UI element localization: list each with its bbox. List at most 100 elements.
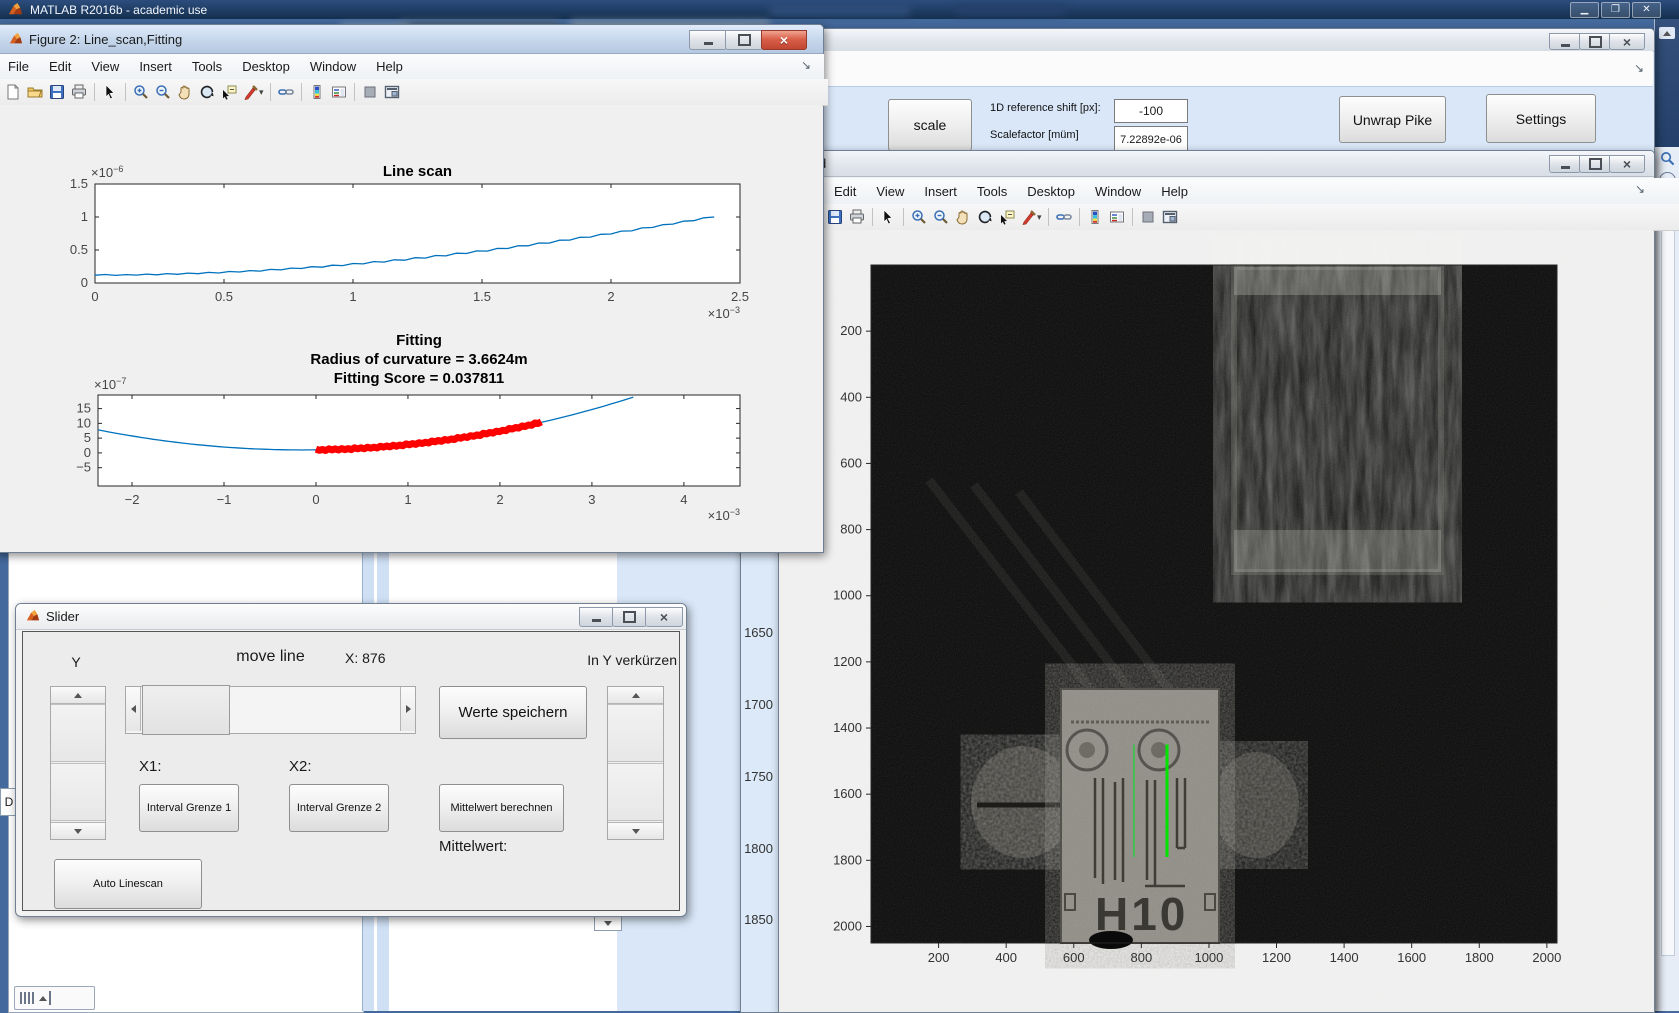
figure2-menu-help[interactable]: Help: [366, 56, 413, 77]
figure2-menu-window[interactable]: Window: [300, 56, 366, 77]
insert-legend-icon[interactable]: [1106, 207, 1128, 228]
svg-text:2000: 2000: [1532, 950, 1561, 965]
figure2-menu-insert[interactable]: Insert: [129, 56, 182, 77]
dock-arrow-icon[interactable]: ↘: [1634, 61, 1644, 75]
pan-hand-icon[interactable]: [952, 207, 974, 228]
d-menu-tools[interactable]: Tools: [967, 181, 1017, 202]
zoom-in-icon[interactable]: [130, 82, 152, 103]
figure2-plots: Line scan0 0.5 1 1.5 2 2.500.511.5×10−6×10−3F…: [70, 163, 749, 523]
svg-text:0: 0: [81, 275, 88, 290]
scalefactor-field[interactable]: 7.22892e-06: [1114, 126, 1188, 153]
open-folder-icon[interactable]: [24, 82, 46, 103]
main-close-button[interactable]: ✕: [1632, 2, 1661, 18]
in-y-slider-down-button[interactable]: [608, 822, 663, 839]
save-icon[interactable]: [46, 82, 68, 103]
insert-legend-icon[interactable]: [328, 82, 350, 103]
main-minimize-button[interactable]: ▁: [1570, 2, 1599, 18]
auto-linescan-button[interactable]: Auto Linescan: [54, 859, 202, 909]
figure2-menu-view[interactable]: View: [81, 56, 129, 77]
zoom-out-icon[interactable]: [930, 207, 952, 228]
d-menu-window[interactable]: Window: [1085, 181, 1151, 202]
link-plots-icon[interactable]: [1053, 207, 1075, 228]
d-window-titlebar: d: [779, 151, 1654, 177]
y-slider-down-button[interactable]: [51, 822, 105, 839]
background-dropdown[interactable]: [594, 916, 622, 931]
settings-button[interactable]: Settings: [1486, 94, 1596, 143]
dock-window-icon[interactable]: [1159, 207, 1181, 228]
dropdown-caret-icon[interactable]: ▾: [259, 87, 264, 98]
print-icon[interactable]: [846, 207, 868, 228]
gui-close-button[interactable]: ×: [1609, 33, 1645, 50]
ref-shift-field[interactable]: -100: [1114, 99, 1188, 123]
main-maximize-button[interactable]: ❐: [1601, 2, 1630, 18]
insert-colorbar-icon[interactable]: [306, 82, 328, 103]
interval-grenze-2-button[interactable]: Interval Grenze 2: [289, 784, 389, 832]
figure2-menu-edit[interactable]: Edit: [39, 56, 81, 77]
d-menu-desktop[interactable]: Desktop: [1017, 181, 1085, 202]
new-document-icon[interactable]: [2, 82, 24, 103]
link-plots-icon[interactable]: [275, 82, 297, 103]
in-y-slider[interactable]: [607, 686, 664, 840]
slider-window: Slider × Y move line X: 876 In Y verkürz…: [15, 603, 687, 917]
werte-speichern-button[interactable]: Werte speichern: [439, 686, 587, 739]
search-icon[interactable]: [1658, 149, 1676, 167]
dock-window-icon[interactable]: [381, 82, 403, 103]
zoom-in-icon[interactable]: [908, 207, 930, 228]
slider-maximize-button[interactable]: [612, 607, 647, 627]
d-menu-insert[interactable]: Insert: [914, 181, 967, 202]
sidebar-collapse-button[interactable]: [1659, 27, 1675, 39]
in-y-slider-up-button[interactable]: [608, 687, 663, 704]
data-cursor-icon[interactable]: [996, 207, 1018, 228]
svg-text:10: 10: [77, 415, 91, 430]
slider-right-arrow-button[interactable]: [400, 687, 415, 731]
d-menu-edit[interactable]: Edit: [824, 181, 866, 202]
unwrap-pike-button[interactable]: Unwrap Pike: [1339, 96, 1446, 143]
dock-small-icon[interactable]: [1137, 207, 1159, 228]
dropdown-caret-icon[interactable]: ▾: [1037, 212, 1042, 223]
dock-small-icon[interactable]: [359, 82, 381, 103]
window-grip[interactable]: [14, 986, 95, 1010]
figure2-maximize-button[interactable]: [725, 30, 763, 50]
move-line-slider[interactable]: [125, 685, 416, 735]
pan-hand-icon[interactable]: [174, 82, 196, 103]
in-y-verkuerzen-label: In Y verkürzen: [587, 652, 677, 668]
figure2-close-button[interactable]: ×: [761, 30, 807, 50]
speckle-image-plot[interactable]: H10 200 400 600 800 1000 1200 1400 1600 1800 2000…: [779, 230, 1654, 1012]
rotate-3d-icon[interactable]: [974, 207, 996, 228]
print-icon[interactable]: [68, 82, 90, 103]
d-menu-help[interactable]: Help: [1151, 181, 1198, 202]
rotate-3d-icon[interactable]: [196, 82, 218, 103]
d-menu-view[interactable]: View: [866, 181, 914, 202]
y-slider-up-button[interactable]: [51, 687, 105, 704]
gui-minimize-button[interactable]: [1549, 33, 1581, 50]
mittelwert-berechnen-button[interactable]: Mittelwert berechnen: [439, 784, 564, 832]
slider-thumb[interactable]: [142, 685, 230, 735]
slider-close-button[interactable]: ×: [645, 607, 683, 627]
figure2-menu-tools[interactable]: Tools: [182, 56, 232, 77]
y-slider[interactable]: [50, 686, 106, 840]
y-slider-segment[interactable]: [51, 763, 105, 821]
in-y-slider-segment[interactable]: [608, 763, 663, 821]
dock-arrow-icon[interactable]: ↘: [1635, 182, 1645, 196]
d-maximize-button[interactable]: [1579, 155, 1611, 173]
y-slider-segment[interactable]: [51, 704, 105, 762]
in-y-slider-segment[interactable]: [608, 704, 663, 762]
data-cursor-icon[interactable]: [218, 82, 240, 103]
sidebar-scrollbar[interactable]: [1661, 194, 1675, 956]
arrow-cursor-icon[interactable]: [877, 207, 899, 228]
figure2-minimize-button[interactable]: [689, 30, 727, 50]
scale-button[interactable]: scale: [888, 99, 972, 151]
save-icon[interactable]: [824, 207, 846, 228]
insert-colorbar-icon[interactable]: [1084, 207, 1106, 228]
d-close-button[interactable]: ×: [1609, 155, 1645, 173]
figure2-menu-desktop[interactable]: Desktop: [232, 56, 300, 77]
slider-left-arrow-button[interactable]: [126, 687, 141, 731]
figure2-menu-file[interactable]: File: [0, 56, 39, 77]
interval-grenze-1-button[interactable]: Interval Grenze 1: [139, 784, 239, 832]
gui-maximize-button[interactable]: [1579, 33, 1611, 50]
slider-minimize-button[interactable]: [579, 607, 614, 627]
zoom-out-icon[interactable]: [152, 82, 174, 103]
arrow-cursor-icon[interactable]: [99, 82, 121, 103]
dock-arrow-icon[interactable]: ↘: [801, 58, 811, 72]
d-minimize-button[interactable]: [1549, 155, 1581, 173]
